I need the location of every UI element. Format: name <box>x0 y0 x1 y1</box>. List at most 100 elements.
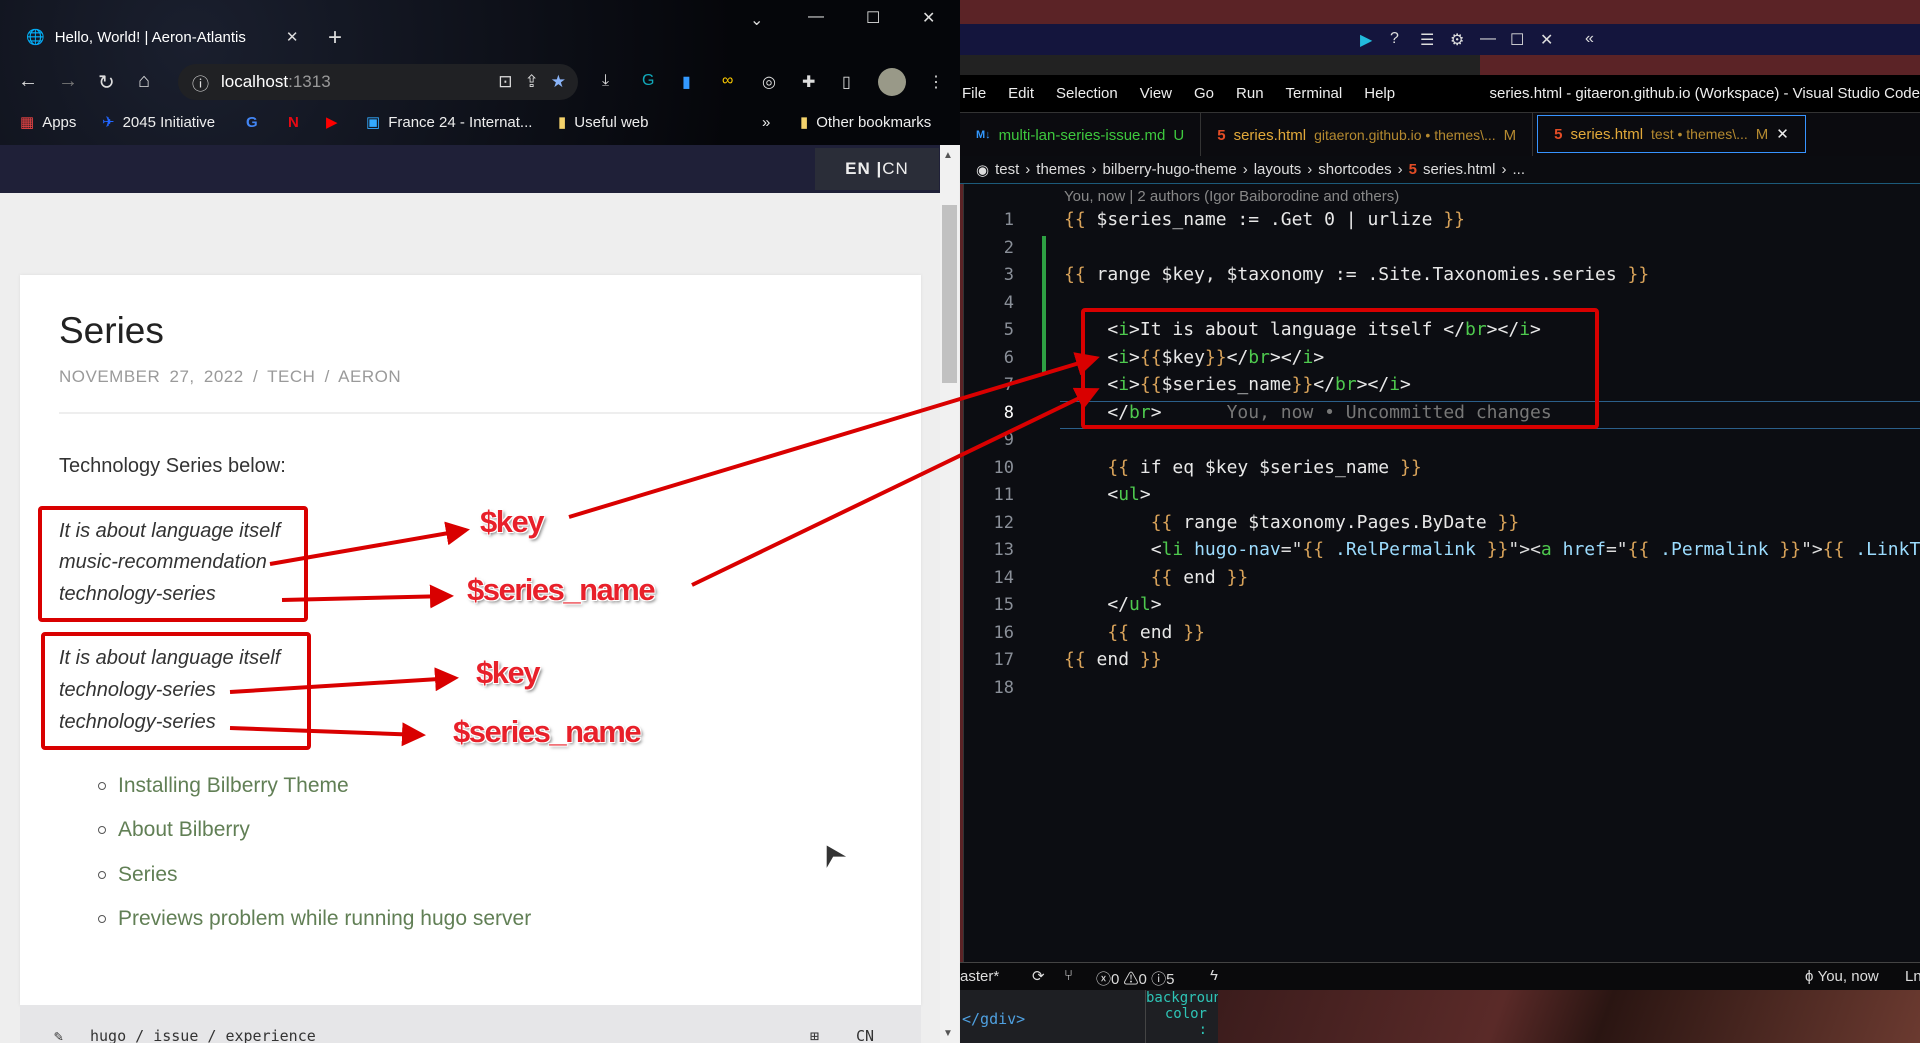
breadcrumb-item[interactable]: series.html <box>1423 161 1496 178</box>
menu-help[interactable]: Help <box>1364 85 1395 102</box>
google-icon[interactable]: G <box>246 110 258 134</box>
maximize-icon[interactable]: ☐ <box>866 8 880 28</box>
bookmark-apps[interactable]: ▦ Apps <box>20 110 76 134</box>
url-port: :1313 <box>288 72 331 91</box>
download-icon[interactable]: ⤓ <box>602 72 609 90</box>
lightning-icon[interactable]: ϟ <box>1210 967 1218 984</box>
tab-markdown[interactable]: M↓ multi-lan-series-issue.md U <box>960 113 1202 157</box>
git-branch[interactable]: aster* <box>960 968 999 985</box>
menu-file[interactable]: File <box>962 85 986 102</box>
code-line[interactable]: {{ range $taxonomy.Pages.ByDate }} <box>1064 512 1519 533</box>
window-title: series.html - gitaeron.github.io (Worksp… <box>1489 85 1920 102</box>
series-link[interactable]: Installing Bilberry Theme <box>98 774 349 798</box>
youtube-icon[interactable]: ▶ <box>326 110 338 134</box>
git-blame[interactable]: ϕ You, now <box>1805 968 1879 985</box>
menu-view[interactable]: View <box>1140 85 1172 102</box>
back-icon[interactable]: ← <box>18 70 38 93</box>
tab-series-html-workspace[interactable]: 5 series.html gitaeron.github.io • theme… <box>1201 113 1534 157</box>
grammarly-extension-icon[interactable]: G <box>642 72 654 90</box>
sync-icon[interactable]: ⟳ <box>1032 967 1045 985</box>
address-bar[interactable]: ⓘ localhost:1313 ⊡ ⇪ ★ <box>178 64 578 100</box>
share-icon[interactable]: ⇪ <box>525 72 539 92</box>
post-category[interactable]: TECH <box>267 367 315 386</box>
series-link[interactable]: Series <box>98 863 178 887</box>
codelens-authors[interactable]: You, now | 2 authors (Igor Baiborodine a… <box>1064 188 1399 205</box>
menu-run[interactable]: Run <box>1236 85 1264 102</box>
series-link[interactable]: About Bilberry <box>98 818 250 842</box>
breadcrumb-item[interactable]: themes <box>1036 161 1085 178</box>
forward-icon[interactable]: → <box>58 70 78 93</box>
extensions-puzzle-icon[interactable]: ✚ <box>802 72 815 92</box>
chevron-down-icon[interactable]: ⌄ <box>750 10 763 30</box>
home-icon[interactable]: ⌂ <box>138 70 150 93</box>
problems-indicator[interactable]: ⓧ0 ⚠0 ⓘ5 <box>1096 968 1174 989</box>
breadcrumb-item[interactable]: test <box>995 161 1019 178</box>
other-bookmarks[interactable]: ▮ Other bookmarks <box>800 110 931 134</box>
side-panel-icon[interactable]: ▯ <box>842 72 851 92</box>
menu-selection[interactable]: Selection <box>1056 85 1118 102</box>
breadcrumb-item[interactable]: shortcodes <box>1318 161 1391 178</box>
code-line[interactable]: <li hugo-nav="{{ .RelPermalink }}"><a hr… <box>1064 539 1920 560</box>
bookmark-useful-web[interactable]: ▮ Useful web <box>558 110 648 134</box>
netflix-icon[interactable]: N <box>288 110 299 134</box>
scrollbar-thumb[interactable] <box>942 205 957 383</box>
minimize-icon[interactable]: — <box>1480 30 1496 48</box>
code-line[interactable]: {{ end }} <box>1064 649 1162 670</box>
breadcrumb-item[interactable]: ... <box>1513 161 1526 178</box>
help-icon[interactable]: ? <box>1390 30 1399 48</box>
menu-terminal[interactable]: Terminal <box>1286 85 1343 102</box>
post-tags[interactable]: hugo / issue / experience <box>90 1027 316 1043</box>
post-author[interactable]: AERON <box>338 367 401 386</box>
menu-kebab-icon[interactable]: ⋮ <box>928 72 944 92</box>
profile-avatar[interactable] <box>878 68 906 96</box>
browser-tab[interactable]: 🌐 Hello, World! | Aeron-Atlantis ✕ <box>14 20 314 54</box>
lang-cn[interactable]: CN <box>882 159 909 179</box>
scroll-up-icon[interactable]: ▲ <box>943 150 953 161</box>
code-line[interactable]: </ul> <box>1064 594 1161 615</box>
maximize-icon[interactable]: ☐ <box>1510 30 1524 50</box>
code-token: }} <box>1399 456 1422 478</box>
code-line[interactable]: {{ if eq $key $series_name }} <box>1064 456 1422 478</box>
translate-icon[interactable]: ⊡ <box>498 72 512 92</box>
menu-icon[interactable]: ☰ <box>1420 30 1434 50</box>
new-tab-icon[interactable]: + <box>328 24 342 52</box>
bookmark-2045[interactable]: ✈ 2045 Initiative <box>102 110 215 134</box>
footer-lang-link[interactable]: CN <box>856 1027 874 1043</box>
bookmark-star-icon[interactable]: ★ <box>551 72 566 92</box>
language-switcher[interactable]: EN | CN <box>815 148 939 190</box>
reader-extension-icon[interactable]: ◎ <box>762 72 776 92</box>
extension-icon[interactable]: ▮ <box>682 72 691 92</box>
reload-icon[interactable]: ↻ <box>98 70 115 95</box>
close-tab-icon[interactable]: ✕ <box>1776 125 1789 143</box>
code-line[interactable]: {{ $series_name := .Get 0 | urlize }} <box>1064 209 1465 230</box>
series-link[interactable]: Previews problem while running hugo serv… <box>98 907 531 931</box>
background-window: </gdiv> background-color: <box>960 990 1920 1043</box>
url-host: localhost <box>221 72 289 91</box>
bookmark-france24[interactable]: ▣ France 24 - Internat... <box>366 110 532 134</box>
html5-icon: 5 <box>1217 126 1226 144</box>
close-tab-icon[interactable]: ✕ <box>286 28 299 46</box>
tab-series-html-test[interactable]: 5 series.html test • themes\... M ✕ <box>1537 115 1806 153</box>
code-line[interactable]: {{ end }} <box>1064 622 1205 643</box>
breadcrumb-item[interactable]: bilberry-hugo-theme <box>1102 161 1236 178</box>
cursor-position[interactable]: Ln <box>1905 968 1920 985</box>
more-bookmarks-button[interactable]: » <box>762 110 770 134</box>
lang-en[interactable]: EN <box>845 159 871 179</box>
code-line[interactable]: {{ range $key, $taxonomy := .Site.Taxono… <box>1064 264 1649 285</box>
infinity-extension-icon[interactable]: ∞ <box>722 72 733 90</box>
scroll-down-icon[interactable]: ▼ <box>943 1028 953 1039</box>
breadcrumb-item[interactable]: layouts <box>1254 161 1302 178</box>
menu-edit[interactable]: Edit <box>1008 85 1034 102</box>
play-icon[interactable]: ▶ <box>1360 30 1372 50</box>
menu-go[interactable]: Go <box>1194 85 1214 102</box>
git-graph-icon[interactable]: ⑂ <box>1064 967 1073 984</box>
code-line[interactable]: <ul> <box>1064 484 1150 505</box>
collapse-icon[interactable]: « <box>1585 30 1594 48</box>
minimize-icon[interactable]: — <box>808 8 824 26</box>
gear-icon[interactable]: ⚙ <box>1450 30 1464 50</box>
close-window-icon[interactable]: ✕ <box>922 8 935 28</box>
code-editor[interactable]: You, now | 2 authors (Igor Baiborodine a… <box>963 184 1920 962</box>
annotation-key: $key <box>480 504 544 539</box>
code-line[interactable]: {{ end }} <box>1064 567 1249 588</box>
close-icon[interactable]: ✕ <box>1540 30 1553 50</box>
